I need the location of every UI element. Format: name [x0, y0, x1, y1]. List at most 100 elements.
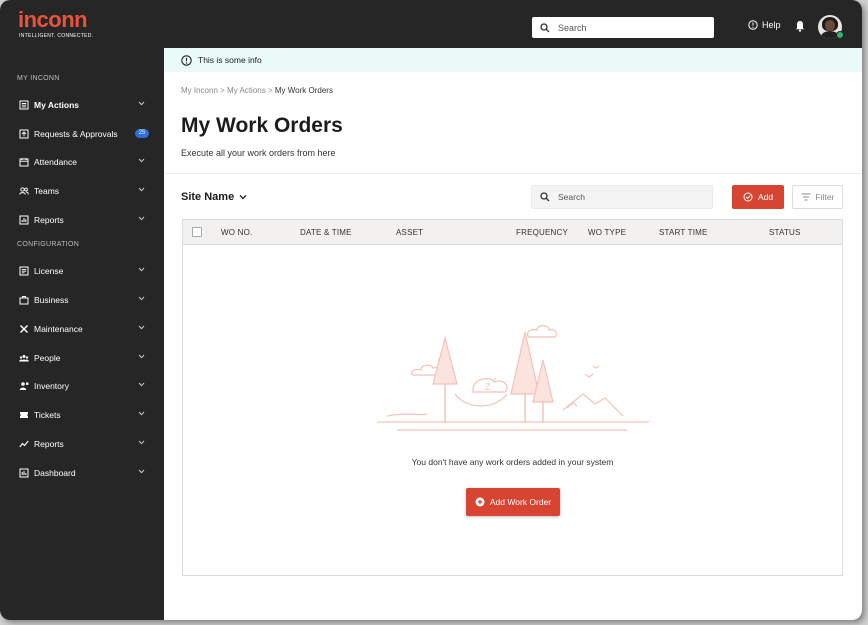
inventory-icon: [19, 381, 29, 391]
list-icon: [19, 100, 29, 110]
logo-tagline: INTELLIGENT. CONNECTED.: [19, 33, 94, 39]
info-banner-text: This is some info: [198, 55, 262, 65]
chevron-down-icon: [138, 440, 145, 445]
chevron-down-icon: [138, 411, 145, 416]
team-icon: [19, 186, 29, 196]
tools-icon: [19, 324, 29, 334]
sidebar-item-label: License: [34, 266, 64, 276]
sidebar-item-reports-config[interactable]: Reports: [0, 431, 164, 457]
search-icon: [540, 22, 550, 32]
bell-icon[interactable]: [794, 20, 806, 32]
sidebar-item-reports[interactable]: Reports: [0, 207, 164, 233]
add-work-order-label: Add Work Order: [489, 497, 552, 507]
page-title: My Work Orders: [181, 114, 343, 137]
sidebar-item-label: Maintenance: [34, 324, 83, 334]
chevron-down-icon: [138, 216, 145, 221]
sidebar-section-configuration: CONFIGURATION: [17, 241, 80, 248]
breadcrumb-separator: >: [267, 86, 273, 95]
column-header-date-time[interactable]: DATE & TIME: [300, 228, 352, 237]
empty-state-illustration: Z z: [377, 324, 649, 431]
help-button[interactable]: Help: [748, 20, 781, 30]
dashboard-icon: [19, 468, 29, 478]
chevron-down-icon: [138, 267, 145, 272]
sidebar: MY INCONN My Actions Requests & Approval…: [0, 48, 164, 620]
app-window: inconn INTELLIGENT. CONNECTED. Search He…: [0, 0, 862, 620]
filter-icon: [801, 193, 811, 201]
header-divider: [164, 173, 862, 174]
chevron-down-icon: [138, 296, 145, 301]
sidebar-item-label: Dashboard: [34, 468, 76, 478]
search-icon: [540, 192, 550, 202]
svg-text:Z: Z: [485, 382, 491, 392]
breadcrumb: My Inconn > My Actions > My Work Orders: [181, 86, 333, 95]
breadcrumb-current: My Work Orders: [274, 86, 333, 95]
sidebar-item-tickets[interactable]: Tickets: [0, 402, 164, 428]
chart-icon: [19, 215, 29, 225]
sidebar-item-license[interactable]: License: [0, 258, 164, 284]
sidebar-item-teams[interactable]: Teams: [0, 178, 164, 204]
chevron-down-icon: [138, 469, 145, 474]
svg-text:z: z: [493, 377, 497, 384]
inbox-icon: [19, 129, 29, 139]
chevron-down-icon: [138, 187, 145, 192]
sidebar-item-label: Inventory: [34, 381, 69, 391]
sidebar-item-requests-approvals[interactable]: Requests & Approvals 25: [0, 121, 164, 147]
breadcrumb-separator: >: [220, 86, 225, 95]
chevron-down-icon: [138, 101, 145, 106]
sidebar-item-attendance[interactable]: Attendance: [0, 149, 164, 175]
chevron-down-icon: [138, 354, 145, 359]
sidebar-item-label: People: [34, 353, 61, 363]
add-button-label: Add: [757, 192, 774, 202]
chevron-down-icon: [239, 194, 247, 200]
column-header-start-time[interactable]: START TIME: [659, 228, 708, 237]
site-name-label: Site Name: [181, 191, 235, 203]
column-header-asset[interactable]: ASSET: [396, 228, 423, 237]
work-order-search-input[interactable]: Search: [531, 185, 713, 209]
empty-state-message: You don't have any work orders added in …: [411, 457, 614, 467]
briefcase-icon: [19, 295, 29, 305]
sidebar-item-label: Requests & Approvals: [34, 129, 118, 139]
sidebar-section-my-inconn: MY INCONN: [17, 75, 60, 82]
chevron-down-icon: [138, 325, 145, 330]
help-label: Help: [762, 20, 781, 30]
sidebar-item-my-actions[interactable]: My Actions: [0, 92, 164, 118]
global-search-placeholder: Search: [558, 22, 587, 33]
sidebar-item-label: Attendance: [34, 157, 78, 167]
ticket-icon: [19, 410, 29, 420]
column-header-wo-type[interactable]: WO TYPE: [588, 228, 626, 237]
requests-count-badge: 25: [135, 129, 149, 138]
sidebar-item-label: Reports: [34, 439, 64, 449]
add-button[interactable]: Add: [732, 185, 784, 209]
sidebar-item-maintenance[interactable]: Maintenance: [0, 316, 164, 342]
license-icon: [19, 266, 29, 276]
global-search-input[interactable]: Search: [532, 17, 714, 38]
site-name-dropdown[interactable]: Site Name: [181, 191, 247, 203]
add-circle-check-icon: [743, 192, 753, 202]
add-work-order-button[interactable]: Add Work Order: [466, 488, 560, 516]
sidebar-item-dashboard[interactable]: Dashboard: [0, 460, 164, 486]
sidebar-item-inventory[interactable]: Inventory: [0, 373, 164, 399]
info-circle-icon: [181, 54, 192, 66]
trend-icon: [19, 439, 29, 449]
select-all-checkbox[interactable]: [192, 227, 202, 237]
column-header-frequency[interactable]: FREQUENCY: [516, 228, 568, 237]
work-order-search-placeholder: Search: [558, 192, 585, 202]
logo[interactable]: inconn: [18, 9, 88, 31]
table-header: WO NO. DATE & TIME ASSET FREQUENCY WO TY…: [183, 220, 842, 245]
sidebar-item-label: Tickets: [34, 410, 61, 420]
sidebar-item-label: Reports: [34, 215, 64, 225]
page-subtitle: Execute all your work orders from here: [181, 148, 336, 158]
column-header-wo-no[interactable]: WO NO.: [221, 228, 252, 237]
sidebar-item-business[interactable]: Business: [0, 287, 164, 313]
sidebar-item-label: Teams: [34, 186, 60, 196]
filter-button[interactable]: Filter: [792, 185, 843, 209]
chevron-down-icon: [138, 382, 145, 387]
work-orders-table: WO NO. DATE & TIME ASSET FREQUENCY WO TY…: [182, 219, 843, 576]
chevron-down-icon: [138, 158, 145, 163]
breadcrumb-parent[interactable]: My Actions: [227, 86, 266, 95]
column-header-status[interactable]: STATUS: [769, 228, 801, 237]
people-icon: [19, 353, 29, 363]
info-banner: This is some info: [164, 48, 862, 72]
breadcrumb-home[interactable]: My Inconn: [181, 86, 218, 95]
sidebar-item-people[interactable]: People: [0, 345, 164, 371]
